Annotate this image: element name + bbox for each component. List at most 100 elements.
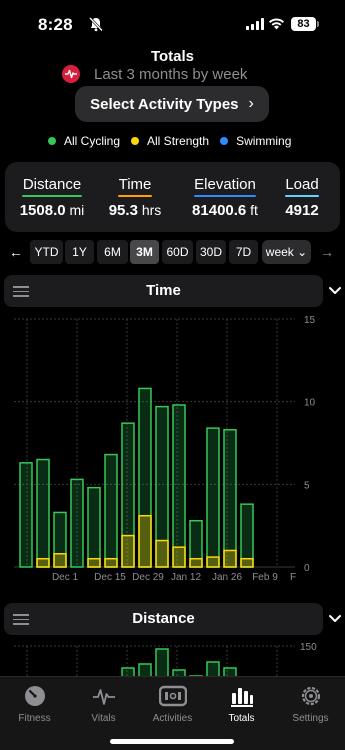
x-tick-label: F	[290, 572, 296, 583]
x-tick-label: Feb 9	[252, 572, 278, 583]
cycling-bar	[223, 429, 237, 568]
strength-bar	[104, 557, 118, 568]
date-range-subtitle: Last 3 months by week	[94, 65, 248, 83]
x-tick-label: Dec 1	[52, 572, 79, 583]
y-tick-label: 10	[304, 398, 316, 409]
strength-bar	[223, 549, 237, 568]
strength-bar	[121, 534, 135, 568]
tab-label: Totals	[228, 713, 255, 724]
strength-dot-icon	[131, 137, 140, 145]
stat-label: Elevation	[194, 176, 256, 193]
legend-item-strength: All Strength	[131, 134, 209, 148]
strength-bar	[206, 556, 220, 568]
y-tick-label: 5	[304, 480, 310, 491]
distance-bar-chart: 150	[14, 642, 317, 680]
totals-stats-card: Distance 1508.0 mi Time 95.3 hrs Elevati…	[5, 162, 340, 232]
grouping-dropdown[interactable]: week ⌄	[262, 240, 311, 264]
strength-bar	[155, 539, 169, 568]
stat-distance[interactable]: Distance 1508.0 mi	[19, 176, 85, 219]
status-bar: 8:28 83	[0, 0, 345, 44]
grouping-value: week	[265, 245, 294, 259]
stat-value: 95.3 hrs	[108, 202, 162, 219]
activity-legend: All Cycling All Strength Swimming	[48, 133, 302, 149]
previous-period-arrow-icon[interactable]: ←	[5, 242, 27, 262]
cycling-bar	[19, 462, 33, 568]
cycling-bar	[240, 503, 254, 568]
time-section-header[interactable]: Time	[4, 275, 323, 307]
range-option-1y[interactable]: 1Y	[65, 240, 94, 264]
chevron-right-icon: ›	[248, 95, 254, 112]
strength-bar	[36, 557, 50, 568]
stat-load[interactable]: Load 4912	[279, 176, 325, 219]
section-title: Time	[146, 282, 181, 299]
stat-value: 1508.0 mi	[19, 202, 85, 219]
bar-chart-icon	[207, 684, 276, 708]
strength-bar	[172, 546, 186, 568]
tab-fitness[interactable]: Fitness	[0, 684, 69, 724]
strength-bar	[189, 557, 203, 568]
header-subtitle-row: Last 3 months by week	[62, 64, 247, 84]
chevron-down-icon: ⌄	[297, 245, 308, 259]
tab-activities[interactable]: Activities	[138, 684, 207, 724]
cellular-signal-icon	[246, 18, 264, 30]
tab-settings[interactable]: Settings	[276, 684, 345, 724]
distance-section-header[interactable]: Distance	[4, 603, 323, 635]
range-option-6m[interactable]: 6M	[97, 240, 128, 264]
stat-label: Distance	[22, 176, 82, 193]
cycling-dot-icon	[48, 137, 56, 145]
time-range-selector: ← YTD 1Y 6M 3M 60D 30D 7D week ⌄ →	[0, 240, 345, 264]
range-option-30d[interactable]: 30D	[196, 240, 226, 264]
cycling-bar	[70, 478, 84, 568]
stat-underline	[194, 195, 256, 197]
range-option-3m[interactable]: 3M	[130, 240, 159, 264]
stat-value: 81400.6 ft	[192, 202, 258, 219]
stat-elevation[interactable]: Elevation 81400.6 ft	[181, 176, 269, 219]
stat-label: Load	[285, 176, 319, 193]
stat-time[interactable]: Time 95.3 hrs	[91, 176, 179, 219]
y-tick-label: 0	[304, 563, 310, 574]
bell-off-icon	[89, 17, 103, 32]
activities-icon	[138, 684, 207, 708]
stat-value: 4912	[285, 202, 319, 219]
app-heartbeat-icon	[62, 65, 80, 83]
stat-underline	[118, 195, 152, 197]
wifi-icon	[269, 18, 284, 30]
range-option-7d[interactable]: 7D	[229, 240, 258, 264]
x-tick-label: Jan 26	[212, 572, 242, 583]
y-tick-label: 150	[300, 642, 317, 653]
strength-bar	[87, 557, 101, 568]
chevron-down-icon[interactable]	[328, 286, 342, 296]
legend-label: All Cycling	[64, 134, 121, 148]
select-activity-types-button[interactable]: Select Activity Types ›	[75, 86, 269, 122]
strength-bar	[53, 553, 67, 568]
swimming-dot-icon	[220, 137, 229, 145]
range-option-ytd[interactable]: YTD	[30, 240, 63, 264]
tab-label: Fitness	[18, 713, 51, 724]
strength-bar	[138, 514, 152, 568]
stat-underline	[22, 195, 82, 197]
cycling-bar	[206, 427, 220, 568]
battery-tip	[317, 21, 319, 27]
range-option-60d[interactable]: 60D	[162, 240, 193, 264]
gauge-icon	[0, 684, 69, 708]
stat-underline	[285, 195, 319, 197]
section-title: Distance	[132, 610, 195, 627]
select-activity-types-label: Select Activity Types	[90, 95, 239, 113]
stat-label: Time	[118, 176, 152, 193]
legend-item-cycling: All Cycling	[48, 134, 120, 148]
tab-totals[interactable]: Totals	[207, 684, 276, 724]
tab-vitals[interactable]: Vitals	[69, 684, 138, 724]
tab-label: Vitals	[91, 713, 116, 724]
home-indicator	[110, 739, 234, 744]
heartbeat-icon	[69, 684, 138, 708]
cycling-bar	[36, 458, 50, 568]
page-title: Totals	[150, 48, 195, 65]
legend-label: Swimming	[236, 134, 292, 148]
cycling-bar	[104, 453, 118, 568]
gear-icon	[276, 684, 345, 708]
cycling-bar	[87, 486, 101, 568]
tab-label: Activities	[152, 713, 193, 724]
tab-label: Settings	[292, 713, 329, 724]
next-period-arrow-icon[interactable]: →	[316, 242, 338, 262]
chevron-down-icon[interactable]	[328, 614, 342, 624]
